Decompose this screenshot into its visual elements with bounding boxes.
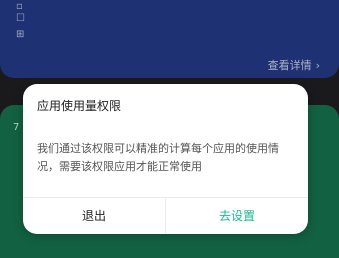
exit-button[interactable]: 退出 [23,198,165,234]
screen: ▫ ☐ ⊞ 查看详情 › 7 应用使用量权限 我们通过该权限可以精准的计算每个应用… [0,0,339,258]
go-to-settings-button[interactable]: 去设置 [166,198,308,234]
dialog-message: 我们通过该权限可以精准的计算每个应用的使用情况，需要该权限应用才能正常使用 [37,142,279,173]
dialog-title: 应用使用量权限 [37,99,122,113]
permission-dialog: 应用使用量权限 我们通过该权限可以精准的计算每个应用的使用情况，需要该权限应用才… [23,84,308,234]
